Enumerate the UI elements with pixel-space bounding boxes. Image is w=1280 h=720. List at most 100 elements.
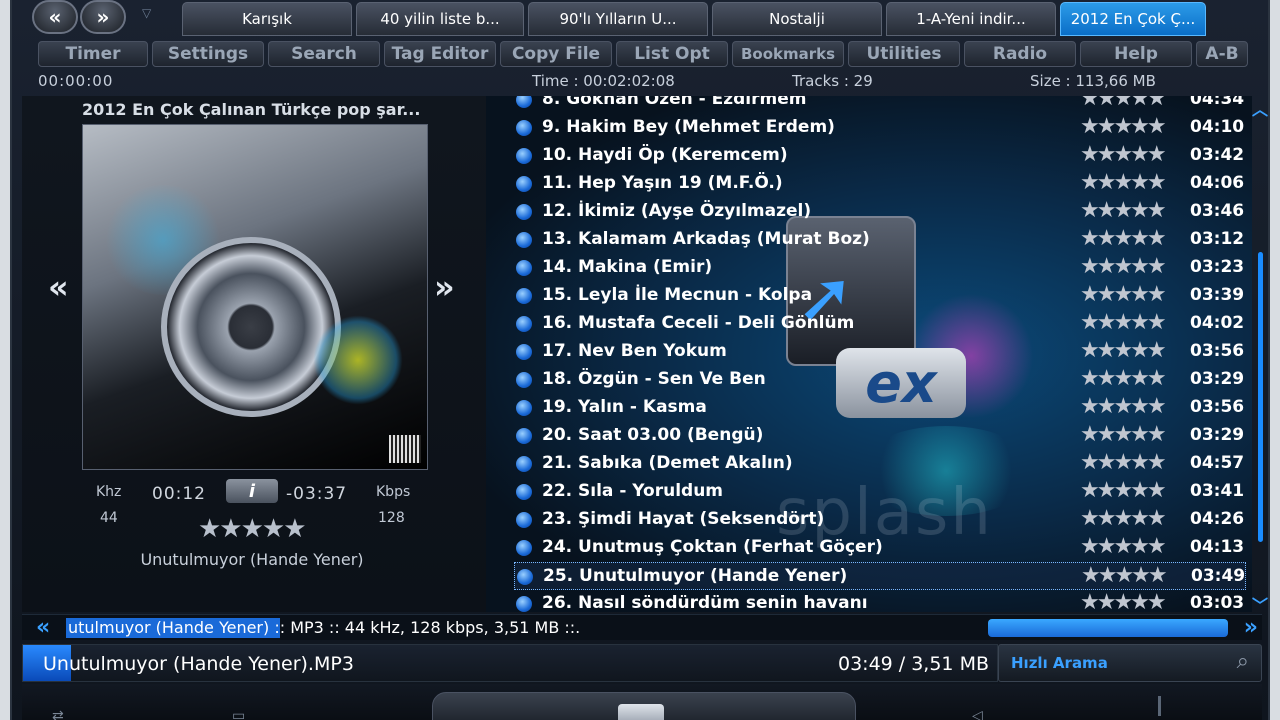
scroll-down-icon[interactable]: ﹀	[1250, 592, 1270, 616]
track-row[interactable]: 16. Mustafa Ceceli - Deli Gönlüm ★★★★★ 04:…	[514, 310, 1246, 338]
track-row[interactable]: 24. Unutmuş Çoktan (Ferhat Göçer) ★★★★★ 04…	[514, 534, 1246, 562]
track-count: Tracks : 29	[792, 72, 873, 90]
track-row[interactable]: 11. Hep Yaşın 19 (M.F.Ö.) ★★★★★ 04:06	[514, 170, 1246, 198]
playlist-scrollbar[interactable]: ︿ ﹀	[1250, 96, 1270, 615]
scroll-thumb[interactable]	[1258, 252, 1263, 542]
shuffle-icon[interactable]: ⇄	[52, 708, 64, 720]
track-name: 10. Haydi Öp (Keremcem)	[542, 145, 788, 165]
back-button[interactable]: «	[32, 0, 78, 34]
menu-copy-file[interactable]: Copy File	[500, 41, 612, 67]
track-rating[interactable]: ★★★★★	[1080, 366, 1167, 391]
track-row[interactable]: 20. Saat 03.00 (Bengü) ★★★★★ 03:29	[514, 422, 1246, 450]
menu-timer[interactable]: Timer	[38, 41, 148, 67]
menu-list-opt[interactable]: List Opt	[616, 41, 728, 67]
menu-settings[interactable]: Settings	[152, 41, 264, 67]
equalizer-icon[interactable]	[1158, 696, 1161, 716]
track-rating[interactable]: ★★★★★	[1080, 338, 1167, 363]
track-rating[interactable]: ★★★★★	[1080, 394, 1167, 419]
track-row[interactable]: 19. Yalın - Kasma ★★★★★ 03:56	[514, 394, 1246, 422]
tab-karisik[interactable]: Karışık	[182, 2, 352, 36]
track-rating[interactable]: ★★★★★	[1080, 590, 1167, 612]
album-cover[interactable]	[82, 124, 428, 470]
track-name: 11. Hep Yaşın 19 (M.F.Ö.)	[542, 173, 783, 193]
menu-a-b[interactable]: A-B	[1196, 41, 1248, 67]
menu-radio[interactable]: Radio	[964, 41, 1076, 67]
tab-40-yilin[interactable]: 40 yilin liste b...	[356, 2, 524, 36]
track-bullet-icon	[516, 204, 532, 220]
track-rating[interactable]: ★★★★★	[1080, 310, 1167, 335]
nav-buttons: « »	[32, 0, 132, 36]
track-bullet-icon	[516, 372, 532, 388]
track-name: 14. Makina (Emir)	[542, 257, 713, 277]
track-rating[interactable]: ★★★★★	[1080, 114, 1167, 139]
tab-90li-yillar[interactable]: 90'lı Yılların U...	[528, 2, 708, 36]
transport-controls: ⇄ ▭ ◁	[22, 684, 1262, 720]
search-input[interactable]: Hızlı Arama	[1011, 654, 1108, 672]
track-rating[interactable]: ★★★★★	[1080, 170, 1167, 195]
track-row[interactable]: 17. Nev Ben Yokum ★★★★★ 03:56	[514, 338, 1246, 366]
next-cover-icon[interactable]: »	[434, 268, 455, 306]
track-row-selected[interactable]: 25. Unutulmuyor (Hande Yener) ★★★★★ 03:49	[514, 562, 1246, 590]
marquee-right-icon[interactable]: »	[1244, 615, 1258, 640]
remaining-time: -03:37	[286, 484, 348, 504]
menu-bookmarks[interactable]: Bookmarks	[732, 41, 844, 67]
menu-utilities[interactable]: Utilities	[848, 41, 960, 67]
track-row[interactable]: 26. Nasıl söndürdüm senin havanı ★★★★★ 03:…	[514, 590, 1246, 612]
track-row[interactable]: 22. Sıla - Yoruldum ★★★★★ 03:41	[514, 478, 1246, 506]
menu-tag-editor[interactable]: Tag Editor	[384, 41, 496, 67]
track-rating[interactable]: ★★★★★	[1080, 226, 1167, 251]
track-name: 22. Sıla - Yoruldum	[542, 481, 724, 501]
tab-yeni-indir[interactable]: 1-A-Yeni indir...	[886, 2, 1056, 36]
menu-help[interactable]: Help	[1080, 41, 1192, 67]
track-name: 16. Mustafa Ceceli - Deli Gönlüm	[542, 313, 855, 333]
track-row[interactable]: 9. Hakim Bey (Mehmet Erdem) ★★★★★ 04:10	[514, 114, 1246, 142]
track-rating[interactable]: ★★★★★	[1080, 198, 1167, 223]
menu-search[interactable]: Search	[268, 41, 380, 67]
track-row[interactable]: 12. İkimiz (Ayşe Özyılmazel) ★★★★★ 03:46	[514, 198, 1246, 226]
volume-bar[interactable]	[988, 619, 1228, 637]
player-window: « » ▽ Karışık 40 yilin liste b... 90'lı …	[10, 0, 1270, 720]
track-bullet-icon	[516, 288, 532, 304]
track-row[interactable]: 23. Şimdi Hayat (Seksendört) ★★★★★ 04:26	[514, 506, 1246, 534]
track-row[interactable]: 15. Leyla İle Mecnun - Kolpa ★★★★★ 03:39	[514, 282, 1246, 310]
track-duration: 03:41	[1190, 481, 1245, 501]
forward-button[interactable]: »	[80, 0, 126, 34]
track-rating[interactable]: ★★★★★	[1080, 282, 1167, 307]
track-rating[interactable]: ★★★★★	[1080, 506, 1167, 531]
track-rating[interactable]: ★★★★★	[1081, 563, 1168, 588]
track-rating[interactable]: ★★★★★	[1080, 450, 1167, 475]
tab-nostalji[interactable]: Nostalji	[712, 2, 882, 36]
tab-2012-en-cok[interactable]: 2012 En Çok Ç...	[1060, 2, 1206, 36]
scroll-up-icon[interactable]: ︿	[1250, 96, 1270, 120]
track-rating[interactable]: ★★★★★	[1080, 254, 1167, 279]
track-row[interactable]: 18. Özgün - Sen Ve Ben ★★★★★ 03:29	[514, 366, 1246, 394]
track-row[interactable]: 8. Gökhan Özen - Ezdirmem ★★★★★ 04:34	[514, 96, 1246, 114]
track-rating[interactable]: ★★★★★	[1080, 142, 1167, 167]
khz-value: 44	[100, 510, 118, 526]
track-row[interactable]: 14. Makina (Emir) ★★★★★ 03:23	[514, 254, 1246, 282]
track-bullet-icon	[516, 344, 532, 360]
play-button[interactable]	[618, 704, 664, 720]
track-row[interactable]: 13. Kalamam Arkadaş (Murat Boz) ★★★★★ 03:1…	[514, 226, 1246, 254]
track-rating[interactable]: ★★★★★	[1080, 422, 1167, 447]
track-row[interactable]: 21. Sabıka (Demet Akalın) ★★★★★ 04:57	[514, 450, 1246, 478]
track-rating[interactable]: ★★★★★	[1080, 96, 1167, 111]
track-row[interactable]: 10. Haydi Öp (Keremcem) ★★★★★ 03:42	[514, 142, 1246, 170]
quick-search[interactable]: Hızlı Arama ⌕	[998, 644, 1262, 682]
track-name: 19. Yalın - Kasma	[542, 397, 707, 417]
track-bullet-icon	[516, 456, 532, 472]
repeat-icon[interactable]: ▭	[232, 708, 245, 720]
track-rating[interactable]: ★★★★★	[198, 514, 307, 544]
info-button[interactable]: i	[226, 479, 278, 503]
search-icon[interactable]: ⌕	[1237, 649, 1249, 674]
track-rating[interactable]: ★★★★★	[1080, 478, 1167, 503]
track-rating[interactable]: ★★★★★	[1080, 534, 1167, 559]
track-bullet-icon	[516, 232, 532, 248]
prev-cover-icon[interactable]: «	[48, 268, 69, 306]
chevron-down-icon[interactable]: ▽	[142, 6, 151, 20]
track-name: 8. Gökhan Özen - Ezdirmem	[542, 96, 807, 109]
volume-icon[interactable]: ◁	[972, 708, 983, 720]
total-size: Size : 113,66 MB	[1030, 72, 1156, 90]
track-name: 25. Unutulmuyor (Hande Yener)	[543, 566, 848, 586]
marquee-left-icon[interactable]: «	[36, 615, 50, 640]
